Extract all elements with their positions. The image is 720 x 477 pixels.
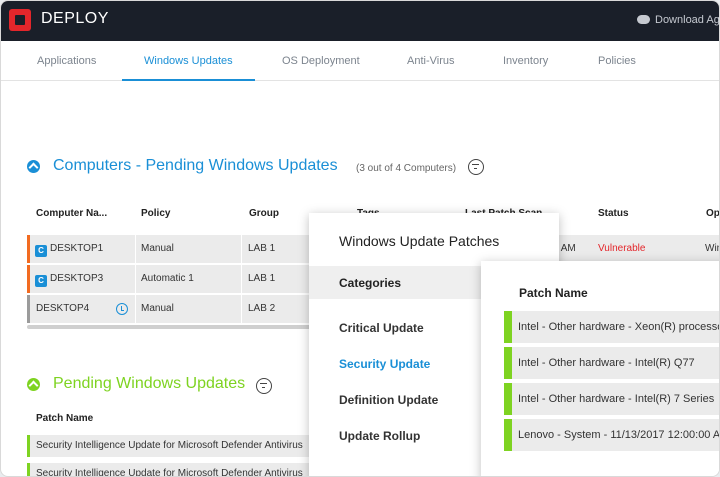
- tab-os-deployment[interactable]: OS Deployment: [282, 41, 360, 81]
- computer-group: LAB 1: [248, 243, 276, 254]
- panel-title: Windows Update Patches: [339, 233, 500, 249]
- tab-inventory[interactable]: Inventory: [503, 41, 548, 81]
- computer-name: DESKTOP3: [50, 273, 104, 284]
- category-critical-update[interactable]: Critical Update: [339, 321, 424, 335]
- computer-group: LAB 2: [248, 303, 276, 314]
- row-status-bar: [27, 235, 30, 263]
- patch-row-name: Intel - Other hardware - Intel(R) Q77: [518, 357, 695, 369]
- pending-section-title: Pending Windows Updates: [53, 375, 246, 392]
- patch-row[interactable]: Intel - Other hardware - Xeon(R) process…: [504, 311, 720, 343]
- filter-computers-icon[interactable]: [468, 159, 484, 175]
- category-update-rollup[interactable]: Update Rollup: [339, 429, 420, 443]
- column-patch-name[interactable]: Patch Name: [36, 413, 93, 424]
- cloud-download-icon: [637, 15, 650, 24]
- patch-row[interactable]: Intel - Other hardware - Intel(R) Q77: [504, 347, 719, 379]
- computers-section-title: Computers - Pending Windows Updates: [53, 157, 338, 174]
- download-agent-link[interactable]: Download Ag: [637, 14, 720, 26]
- collapse-computers-icon[interactable]: [27, 160, 40, 173]
- computer-policy: Manual: [141, 243, 174, 254]
- row-status-bar: [27, 295, 30, 323]
- patch-row[interactable]: Lenovo - System - 11/13/2017 12:00:00 AM: [504, 419, 720, 451]
- top-bar: DEPLOY Download Ag: [1, 1, 720, 41]
- computer-status: Vulnerable: [598, 243, 646, 254]
- column-computer-name[interactable]: Computer Na...: [36, 208, 107, 219]
- column-os[interactable]: Op: [706, 208, 719, 219]
- computer-os: Win: [705, 243, 719, 254]
- collapse-pending-icon[interactable]: [27, 378, 40, 391]
- tab-anti-virus[interactable]: Anti-Virus: [407, 41, 454, 81]
- logo-icon: [9, 9, 31, 31]
- download-agent-label: Download Ag: [655, 14, 720, 26]
- category-security-update[interactable]: Security Update: [339, 357, 430, 371]
- app-window: DEPLOY Download Ag Applications Windows …: [0, 0, 720, 477]
- patch-name: Security Intelligence Update for Microso…: [36, 440, 303, 451]
- brand-name: DEPLOY: [41, 10, 109, 27]
- row-status-bar: [27, 265, 30, 293]
- clock-icon: [116, 303, 128, 315]
- computer-group: LAB 1: [248, 273, 276, 284]
- patch-list-header: Patch Name: [519, 286, 588, 300]
- column-status[interactable]: Status: [598, 208, 629, 219]
- computer-policy: Automatic 1: [141, 273, 194, 284]
- category-definition-update[interactable]: Definition Update: [339, 393, 438, 407]
- patch-name: Security Intelligence Update for Microso…: [36, 468, 303, 477]
- patch-row-name: Intel - Other hardware - Intel(R) 7 Seri…: [518, 393, 715, 405]
- patch-row[interactable]: Intel - Other hardware - Intel(R) 7 Seri…: [504, 383, 719, 415]
- patch-row-name: Intel - Other hardware - Xeon(R) process…: [518, 321, 720, 333]
- computers-count: (3 out of 4 Computers): [356, 163, 457, 174]
- tab-bar: Applications Windows Updates OS Deployme…: [1, 41, 719, 81]
- computer-badge-icon: C: [35, 245, 47, 257]
- computer-badge-icon: C: [35, 275, 47, 287]
- tab-windows-updates[interactable]: Windows Updates: [122, 41, 255, 81]
- computer-name: DESKTOP4: [36, 303, 90, 314]
- column-policy[interactable]: Policy: [141, 208, 170, 219]
- tab-policies[interactable]: Policies: [598, 41, 636, 81]
- filter-pending-icon[interactable]: [256, 378, 272, 394]
- tab-applications[interactable]: Applications: [37, 41, 96, 81]
- horizontal-scrollbar[interactable]: [27, 325, 317, 329]
- list-item[interactable]: Security Intelligence Update for Microso…: [27, 463, 327, 477]
- patch-list-panel: Patch Name Intel - Other hardware - Xeon…: [481, 261, 720, 476]
- computer-name: DESKTOP1: [50, 243, 104, 254]
- column-group[interactable]: Group: [249, 208, 279, 219]
- patch-row-name: Lenovo - System - 11/13/2017 12:00:00 AM: [518, 429, 720, 441]
- list-item[interactable]: Security Intelligence Update for Microso…: [27, 435, 327, 457]
- computer-policy: Manual: [141, 303, 174, 314]
- categories-label: Categories: [339, 276, 402, 290]
